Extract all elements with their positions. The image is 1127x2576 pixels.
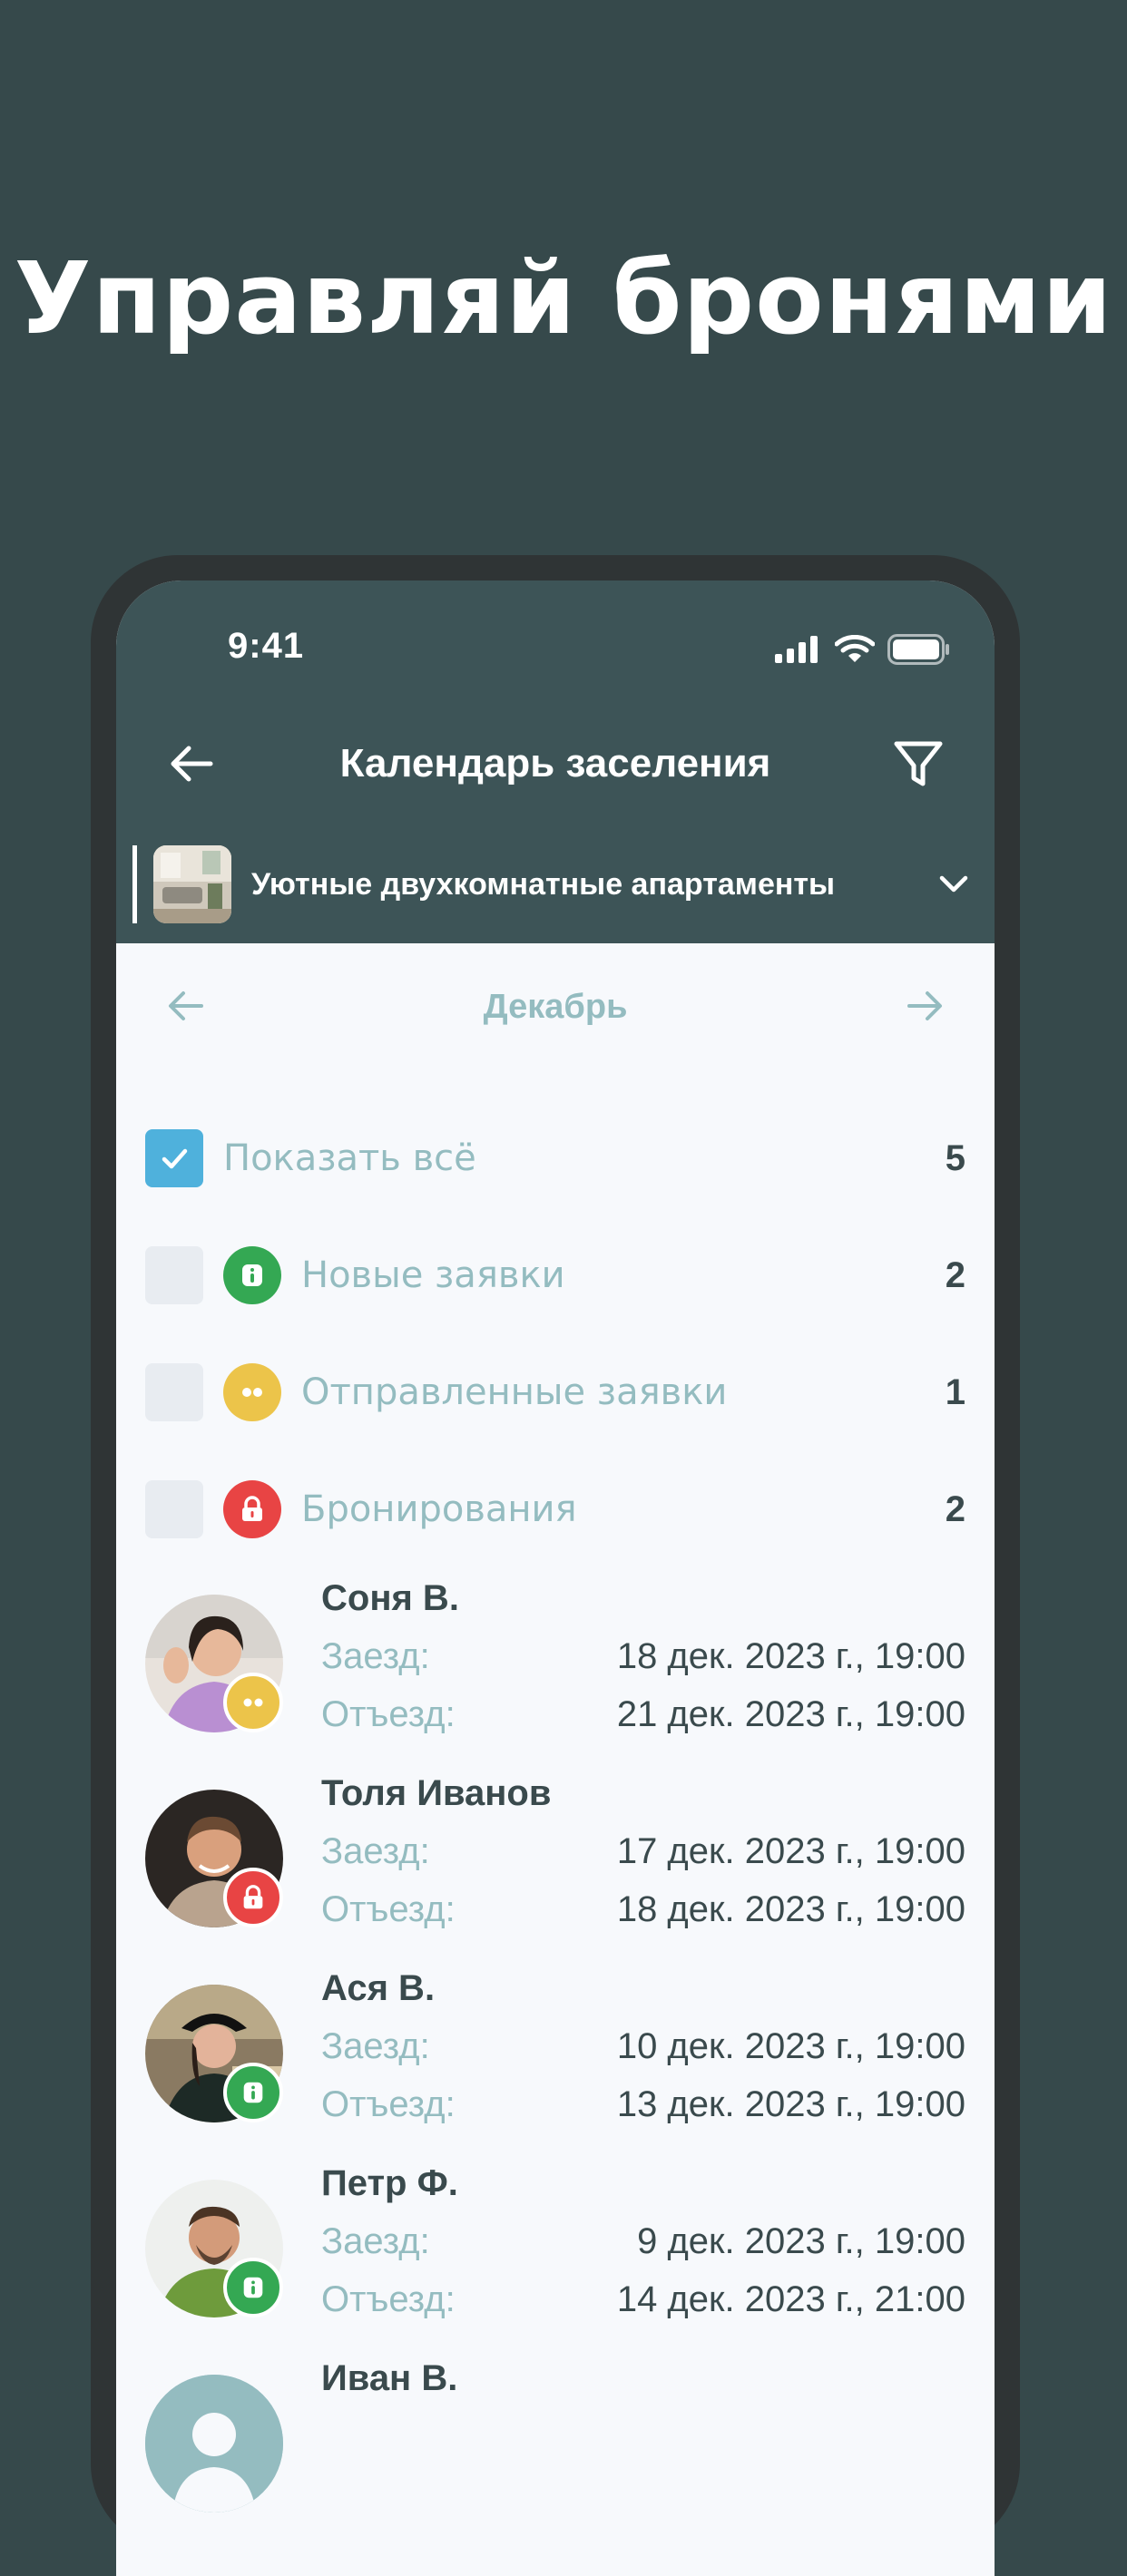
battery-icon — [887, 634, 949, 665]
lock-icon — [243, 1885, 263, 1909]
property-selector[interactable]: Уютные двухкомнатные апартаменты — [132, 845, 976, 923]
filter-show-all[interactable]: Показать всё 5 — [145, 1128, 965, 1188]
filter-label: Отправленные заявки — [301, 1371, 728, 1413]
checkout-label: Отъезд: — [321, 2279, 456, 2319]
checkbox[interactable] — [145, 1480, 203, 1538]
status-time: 9:41 — [228, 626, 305, 666]
checkin-value: 10 дек. 2023 г., 19:00 — [616, 2026, 965, 2066]
avatar-placeholder — [145, 2375, 283, 2513]
status-badge — [223, 1868, 283, 1927]
checkout-value: 21 дек. 2023 г., 19:00 — [616, 1694, 965, 1734]
status-badge — [223, 1673, 283, 1732]
lock-icon — [242, 1496, 262, 1521]
booking-item[interactable]: Петр Ф. Заезд: 9 дек. 2023 г., 19:00 Отъ… — [145, 2163, 965, 2345]
checkout-label: Отъезд: — [321, 2084, 456, 2124]
property-thumbnail — [153, 845, 231, 923]
checkbox-checked[interactable] — [145, 1129, 203, 1187]
filter-count: 1 — [945, 1371, 965, 1412]
checkin-label: Заезд: — [321, 1636, 430, 1676]
app-screen: 9:41 Календарь заселения Уютные двухкомн… — [116, 581, 995, 2576]
check-icon — [162, 1148, 188, 1169]
filter-label: Бронирования — [301, 1488, 577, 1530]
booking-item[interactable]: Толя Иванов Заезд: 17 дек. 2023 г., 19:0… — [145, 1773, 965, 1955]
arrow-right-icon[interactable] — [902, 983, 947, 1029]
property-indicator — [132, 845, 137, 923]
checkout-label: Отъезд: — [321, 1889, 456, 1929]
checkin-value: 17 дек. 2023 г., 19:00 — [616, 1831, 965, 1871]
guest-name: Ася В. — [321, 1968, 436, 2008]
filter-icon[interactable] — [889, 735, 947, 793]
booking-status-icon — [223, 1480, 281, 1538]
filter-count: 2 — [945, 1254, 965, 1295]
new-request-status-icon — [223, 1246, 281, 1304]
checkout-value: 13 дек. 2023 г., 19:00 — [616, 2084, 965, 2124]
checkin-label: Заезд: — [321, 2026, 430, 2066]
headline: Управляй бронями — [14, 240, 1113, 356]
checkin-value: 18 дек. 2023 г., 19:00 — [616, 1636, 965, 1676]
filter-label: Показать всё — [223, 1137, 476, 1179]
checkbox[interactable] — [145, 1363, 203, 1421]
filter-sent-requests[interactable]: Отправленные заявки 1 — [145, 1362, 965, 1422]
filter-new-requests[interactable]: Новые заявки 2 — [145, 1245, 965, 1305]
dots-icon — [243, 1698, 263, 1707]
chevron-down-icon[interactable] — [931, 862, 976, 907]
app-header: 9:41 Календарь заселения Уютные двухкомн… — [116, 581, 995, 943]
checkout-label: Отъезд: — [321, 1694, 456, 1734]
checkout-value: 14 дек. 2023 г., 21:00 — [616, 2279, 965, 2319]
user-icon — [145, 2375, 283, 2513]
info-icon — [243, 2277, 263, 2298]
guest-name: Петр Ф. — [321, 2163, 458, 2203]
signal-icon — [775, 636, 818, 663]
guest-name: Соня В. — [321, 1578, 459, 1618]
wifi-icon — [835, 635, 875, 662]
checkout-value: 18 дек. 2023 г., 19:00 — [616, 1889, 965, 1929]
status-icons — [775, 631, 951, 668]
guest-name: Иван В. — [321, 2358, 458, 2398]
checkin-value: 9 дек. 2023 г., 19:00 — [637, 2221, 965, 2261]
status-badge — [223, 2258, 283, 2317]
booking-item[interactable]: Иван В. — [145, 2358, 965, 2540]
sent-request-status-icon — [223, 1363, 281, 1421]
booking-item[interactable]: Ася В. Заезд: 10 дек. 2023 г., 19:00 Отъ… — [145, 1968, 965, 2150]
booking-item[interactable]: Соня В. Заезд: 18 дек. 2023 г., 19:00 От… — [145, 1578, 965, 1760]
page-title: Календарь заселения — [339, 741, 771, 785]
filter-bookings[interactable]: Бронирования 2 — [145, 1479, 965, 1539]
guest-name: Толя Иванов — [321, 1773, 552, 1813]
filter-count: 5 — [945, 1137, 965, 1178]
dots-icon — [242, 1388, 262, 1397]
month-switcher: Декабрь — [116, 980, 995, 1034]
status-badge — [223, 2063, 283, 2122]
filter-count: 2 — [945, 1488, 965, 1529]
info-icon — [242, 1264, 262, 1286]
checkin-label: Заезд: — [321, 2221, 430, 2261]
month-label: Декабрь — [483, 988, 628, 1026]
checkbox[interactable] — [145, 1246, 203, 1304]
property-name: Уютные двухкомнатные апартаменты — [251, 866, 836, 902]
info-icon — [243, 2082, 263, 2103]
checkin-label: Заезд: — [321, 1831, 430, 1871]
phone-frame: 9:41 Календарь заселения Уютные двухкомн… — [91, 555, 1020, 2576]
filter-label: Новые заявки — [301, 1254, 565, 1296]
